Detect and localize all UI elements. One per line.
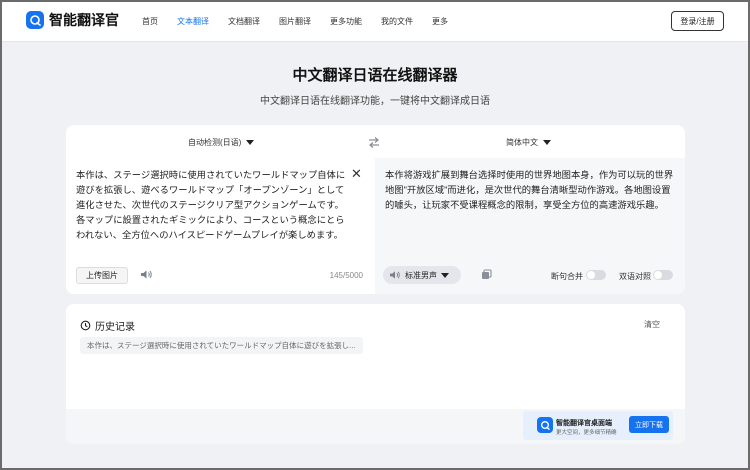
- target-language-select[interactable]: 简体中文: [506, 137, 551, 148]
- app-logo[interactable]: 智能翻译官: [26, 10, 119, 30]
- history-header: 历史记录: [80, 318, 135, 333]
- chevron-down-icon: [543, 140, 551, 145]
- source-language-label: 自动检测(日语): [188, 138, 242, 147]
- history-card: 历史记录 清空 本作は、ステージ選択時に使用されていたワールドマップ自体に遊びを…: [66, 304, 685, 444]
- download-now-button[interactable]: 立即下载: [629, 416, 669, 433]
- logo-text: 智能翻译官: [49, 12, 119, 28]
- speaker-icon: [390, 271, 400, 279]
- sentence-merge-label: 断句合并: [551, 272, 583, 281]
- main-nav: 首页 文本翻译 文档翻译 图片翻译 更多功能 我的文件 更多: [142, 16, 467, 27]
- nav-image-translate[interactable]: 图片翻译: [279, 16, 311, 27]
- bilingual-compare-label: 双语对照: [619, 272, 651, 281]
- history-footer: 智能翻译官桌面端 更大空间，更多细节精确 立即下载: [66, 409, 685, 444]
- target-pane: 本作将游戏扩展到舞台选择时使用的世界地图本身，作为可以玩的世界地图"开放区域"而…: [375, 158, 685, 294]
- source-text-input[interactable]: 本作は、ステージ選択時に使用されていたワールドマップ自体に遊びを拡張し、遊べるワ…: [76, 168, 352, 243]
- translated-text: 本作将游戏扩展到舞台选择时使用的世界地图本身，作为可以玩的世界地图"开放区域"而…: [385, 170, 674, 210]
- nav-more-features[interactable]: 更多功能: [330, 16, 362, 27]
- desktop-app-promo: 智能翻译官桌面端 更大空间，更多细节精确 立即下载: [523, 411, 673, 440]
- app-logo-icon: [537, 417, 553, 433]
- login-button[interactable]: 登录/注册: [671, 11, 724, 31]
- voice-select[interactable]: 标准男声: [383, 266, 461, 284]
- swap-languages-icon[interactable]: [368, 137, 380, 151]
- clear-history-button[interactable]: 清空: [644, 319, 660, 330]
- voice-label: 标准男声: [405, 270, 437, 280]
- sentence-merge-toggle[interactable]: [586, 270, 606, 280]
- history-icon: [80, 320, 91, 331]
- bilingual-compare-toggle[interactable]: [653, 270, 673, 280]
- nav-home[interactable]: 首页: [142, 16, 158, 27]
- source-pane: 本作は、ステージ選択時に使用されていたワールドマップ自体に遊びを拡張し、遊べるワ…: [66, 158, 375, 294]
- translator-card: 自动检测(日语) 简体中文 本作は、ステージ選択時に使用されていたワールドマップ…: [66, 125, 685, 294]
- upload-image-button[interactable]: 上传图片: [76, 267, 128, 284]
- history-item[interactable]: 本作は、ステージ選択時に使用されていたワールドマップ自体に遊びを拡張し...: [80, 337, 363, 354]
- top-header: 智能翻译官 首页 文本翻译 文档翻译 图片翻译 更多功能 我的文件 更多 登录/…: [2, 2, 748, 42]
- nav-document-translate[interactable]: 文档翻译: [228, 16, 260, 27]
- language-bar: 自动检测(日语) 简体中文: [66, 125, 685, 158]
- nav-more[interactable]: 更多: [432, 16, 448, 27]
- character-count: 145/5000: [329, 271, 363, 280]
- promo-title: 智能翻译官桌面端: [556, 420, 612, 427]
- promo-subtitle: 更大空间，更多细节精确: [556, 430, 617, 436]
- clear-text-icon[interactable]: ✕: [351, 166, 362, 182]
- history-title: 历史记录: [95, 322, 135, 333]
- page-subtitle: 中文翻译日语在线翻译功能，一键将中文翻译成日语: [260, 96, 490, 107]
- logo-icon: [26, 11, 44, 29]
- nav-text-translate[interactable]: 文本翻译: [177, 16, 209, 27]
- target-language-label: 简体中文: [506, 138, 538, 147]
- nav-my-files[interactable]: 我的文件: [381, 16, 413, 27]
- page-title: 中文翻译日语在线翻译器: [292, 67, 458, 84]
- chevron-down-icon: [246, 140, 255, 145]
- copy-icon[interactable]: [481, 269, 492, 283]
- source-language-select[interactable]: 自动检测(日语): [188, 137, 255, 148]
- chevron-down-icon: [441, 272, 449, 278]
- source-speaker-icon[interactable]: [140, 269, 153, 283]
